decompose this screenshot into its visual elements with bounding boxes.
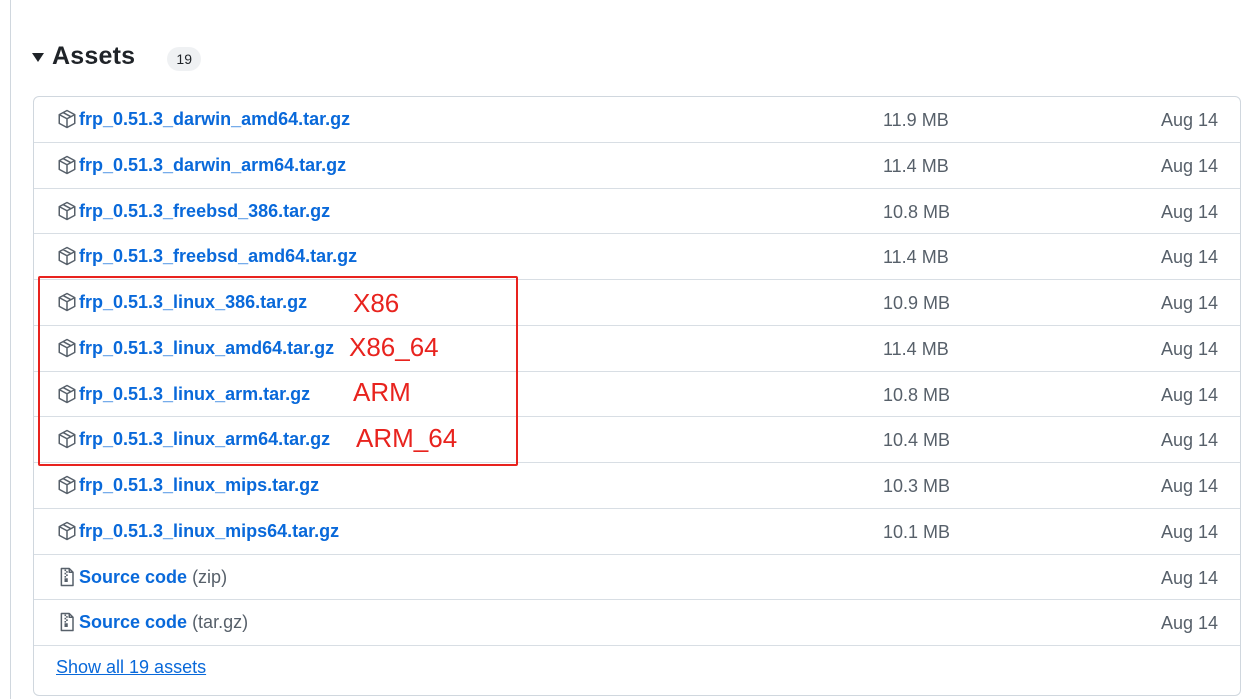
asset-date: Aug 14 [1160, 155, 1218, 176]
asset-download-link[interactable]: frp_0.51.3_linux_mips.tar.gz [79, 475, 319, 496]
asset-date: Aug 14 [1160, 247, 1218, 268]
asset-name: frp_0.51.3_darwin_arm64.tar.gz [79, 154, 347, 175]
asset-download-link[interactable]: frp_0.51.3_linux_mips64.tar.gz [79, 521, 339, 542]
asset-download-link[interactable]: frp_0.51.3_darwin_amd64.tar.gz [79, 109, 350, 130]
asset-size: 11.4 MB [883, 155, 949, 176]
file-zip-icon [57, 567, 77, 587]
asset-date: Aug 14 [1160, 293, 1218, 313]
package-icon [57, 246, 77, 266]
asset-name: frp_0.51.3_linux_386.tar.gz [79, 292, 308, 312]
asset-row: frp_0.51.3_darwin_amd64.tar.gz 11.9 MB Aug… [34, 97, 1240, 143]
package-icon [57, 338, 77, 358]
assets-header[interactable]: Assets 19 [32, 38, 202, 74]
asset-name: frp_0.51.3_freebsd_amd64.tar.gz [79, 246, 358, 267]
assets-list: frp_0.51.3_darwin_amd64.tar.gz 11.9 MB Aug… [33, 96, 1241, 696]
annotation-x86: X86 [353, 288, 400, 318]
asset-size: 10.8 MB [883, 384, 951, 405]
asset-size: 11.4 MB [883, 338, 949, 359]
asset-row: frp_0.51.3_linux_arm.tar.gz 10.8 MB Aug 14 [34, 372, 1240, 418]
package-icon [57, 429, 77, 449]
asset-size: 10.3 MB [883, 476, 951, 496]
annotation-x86-64: X86_64 [349, 332, 439, 362]
asset-size: 10.8 MB [883, 201, 951, 222]
asset-size: 11.4 MB [883, 247, 949, 268]
show-all-assets-link[interactable]: Show all 19 assets [56, 657, 206, 678]
asset-download-link[interactable]: frp_0.51.3_linux_amd64.tar.gz [79, 338, 334, 359]
asset-date: Aug 14 [1160, 430, 1218, 451]
asset-name: frp_0.51.3_linux_amd64.tar.gz [79, 337, 335, 358]
asset-row: Source code (tar.gz) Aug 14 [34, 600, 1240, 646]
package-icon [57, 521, 77, 541]
asset-download-link[interactable]: Source code (zip) [79, 567, 227, 588]
asset-download-link[interactable]: frp_0.51.3_darwin_arm64.tar.gz [79, 155, 346, 176]
package-icon [57, 109, 77, 129]
assets-count-badge: 19 [167, 47, 202, 71]
asset-row: frp_0.51.3_freebsd_386.tar.gz 10.8 MB Aug … [34, 189, 1240, 235]
asset-name: frp_0.51.3_linux_arm64.tar.gz [79, 429, 331, 450]
package-icon [57, 201, 77, 221]
asset-date: Aug 14 [1160, 476, 1218, 496]
asset-date: Aug 14 [1160, 521, 1218, 542]
asset-name: Source code [79, 612, 188, 633]
asset-name: frp_0.51.3_linux_mips.tar.gz [79, 475, 320, 495]
asset-name: frp_0.51.3_freebsd_386.tar.gz [79, 200, 331, 221]
asset-date: Aug 14 [1160, 384, 1218, 405]
caret-down-icon[interactable] [32, 53, 44, 62]
package-icon [57, 475, 77, 495]
asset-row: Source code (zip) Aug 14 [34, 555, 1240, 601]
asset-format: (zip) [192, 566, 228, 587]
package-icon [57, 155, 77, 175]
asset-row: frp_0.51.3_linux_amd64.tar.gz 11.4 MB Aug … [34, 326, 1240, 372]
asset-date: Aug 14 [1160, 567, 1218, 588]
asset-row: frp_0.51.3_linux_386.tar.gz 10.9 MB Aug 14 [34, 280, 1240, 326]
asset-download-link[interactable]: frp_0.51.3_linux_386.tar.gz [79, 292, 307, 313]
asset-row: frp_0.51.3_darwin_arm64.tar.gz 11.4 MB Aug… [34, 143, 1240, 189]
asset-date: Aug 14 [1160, 201, 1218, 222]
asset-name: frp_0.51.3_linux_mips64.tar.gz [79, 520, 340, 541]
asset-name: frp_0.51.3_darwin_amd64.tar.gz [79, 109, 351, 129]
asset-download-link[interactable]: frp_0.51.3_freebsd_386.tar.gz [79, 201, 330, 222]
asset-date: Aug 14 [1160, 110, 1218, 130]
asset-size: 10.9 MB [883, 293, 951, 313]
asset-date: Aug 14 [1160, 613, 1218, 634]
asset-row: frp_0.51.3_linux_arm64.tar.gz 10.4 MB Aug … [34, 417, 1240, 463]
asset-name: frp_0.51.3_linux_arm.tar.gz [79, 383, 311, 404]
asset-size: 10.1 MB [883, 521, 951, 542]
asset-row: frp_0.51.3_freebsd_amd64.tar.gz 11.4 MB Au… [34, 234, 1240, 280]
asset-download-link[interactable]: frp_0.51.3_freebsd_amd64.tar.gz [79, 246, 357, 267]
asset-download-link[interactable]: Source code (tar.gz) [79, 612, 248, 633]
asset-row: frp_0.51.3_linux_mips.tar.gz 10.3 MB Aug 1… [34, 463, 1240, 509]
asset-size: 11.9 MB [883, 110, 949, 130]
package-icon [57, 384, 77, 404]
asset-format: (tar.gz) [192, 612, 249, 633]
file-zip-icon [57, 612, 77, 632]
annotation-arm: ARM [353, 377, 411, 407]
asset-download-link[interactable]: frp_0.51.3_linux_arm64.tar.gz [79, 429, 330, 450]
package-icon [57, 292, 77, 312]
asset-date: Aug 14 [1160, 338, 1218, 359]
asset-size: 10.4 MB [883, 430, 951, 451]
asset-row: frp_0.51.3_linux_mips64.tar.gz 10.1 MB Aug… [34, 509, 1240, 555]
annotation-arm-64: ARM_64 [356, 423, 458, 453]
asset-name: Source code [79, 566, 188, 587]
assets-title: Assets [52, 41, 136, 70]
asset-download-link[interactable]: frp_0.51.3_linux_arm.tar.gz [79, 384, 310, 405]
